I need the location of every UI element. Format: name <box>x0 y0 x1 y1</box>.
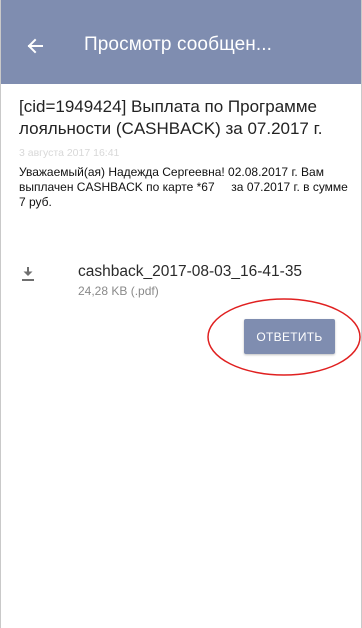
message-body: Уважаемый(ая) Надежда Сергеевна! 02.08.2… <box>19 165 352 209</box>
attachment-file-meta: 24,28 KB (.pdf) <box>78 284 159 298</box>
message-content: [cid=1949424] Выплата по Программе лояль… <box>19 96 349 210</box>
app-bar: Просмотр сообщен... <box>1 0 361 84</box>
download-icon <box>22 267 34 281</box>
attachment-file-name: cashback_2017-08-03_16-41-35 <box>78 263 303 280</box>
back-button[interactable] <box>15 26 55 66</box>
message-view-screen: Просмотр сообщен... [cid=1949424] Выплат… <box>0 0 362 628</box>
arrow-left-icon <box>27 38 43 54</box>
page-title: Просмотр сообщен... <box>84 34 272 55</box>
message-subject: [cid=1949424] Выплата по Программе лояль… <box>19 97 323 138</box>
reply-button[interactable]: ОТВЕТИТЬ <box>244 319 335 354</box>
attachment-item[interactable]: cashback_2017-08-03_16-41-35 24,28 KB (.… <box>19 263 339 303</box>
message-date: 3 августа 2017 16:41 <box>19 147 120 159</box>
